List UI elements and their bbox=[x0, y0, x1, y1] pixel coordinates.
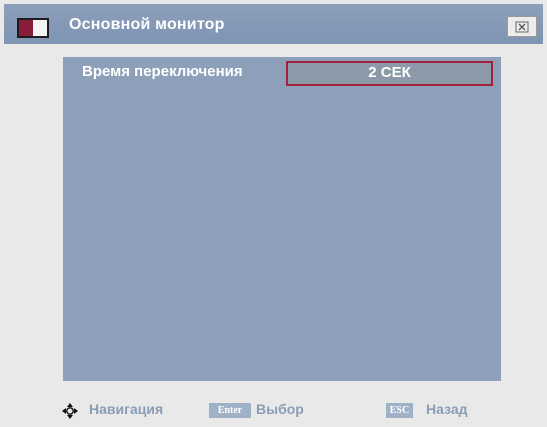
monitor-icon bbox=[17, 18, 49, 38]
window-titlebar: Основной монитор bbox=[4, 4, 543, 44]
setting-label: Время переключения bbox=[82, 63, 243, 80]
window-title: Основной монитор bbox=[69, 16, 225, 33]
close-button[interactable] bbox=[507, 16, 537, 37]
navigation-arrows-icon bbox=[62, 403, 78, 419]
esc-key-badge: ESC bbox=[386, 403, 413, 418]
close-icon bbox=[515, 21, 529, 32]
footer-navigation-label: Навигация bbox=[89, 401, 164, 417]
footer-back-label: Назад bbox=[426, 401, 468, 417]
settings-panel bbox=[63, 57, 501, 381]
enter-key-badge: Enter bbox=[209, 403, 251, 418]
setting-value-field[interactable]: 2 СЕК bbox=[286, 61, 493, 86]
footer-select-label: Выбор bbox=[256, 401, 304, 417]
